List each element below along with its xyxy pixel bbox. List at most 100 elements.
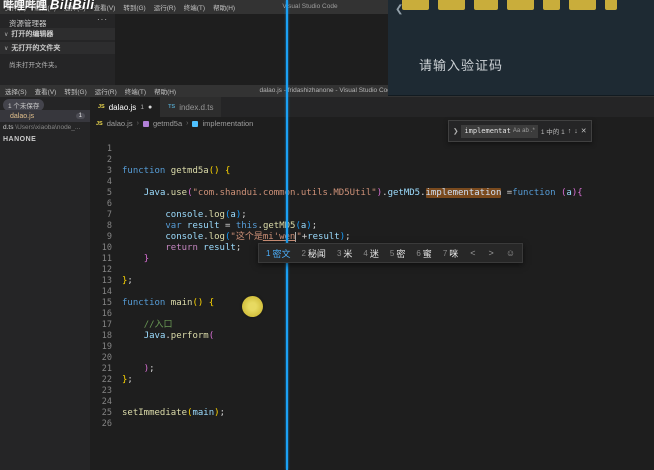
- dirty-indicator[interactable]: ●: [148, 104, 152, 111]
- code-line[interactable]: 12: [90, 265, 583, 276]
- menu-item[interactable]: 帮助(H): [154, 86, 176, 96]
- menu-item[interactable]: 终端(T): [125, 86, 146, 96]
- line-number[interactable]: 7: [90, 210, 122, 221]
- match-case-icon[interactable]: Aa: [513, 128, 520, 134]
- close-icon[interactable]: ✕: [581, 127, 587, 135]
- tab-index-dts[interactable]: TS index.d.ts: [160, 97, 222, 117]
- line-number[interactable]: 4: [90, 177, 122, 188]
- line-number[interactable]: 23: [90, 386, 122, 397]
- breadcrumb-item-symbol[interactable]: getmd5a: [153, 119, 182, 128]
- ime-candidate[interactable]: 1密文: [266, 247, 290, 260]
- code-line[interactable]: 17 //入口: [90, 320, 583, 331]
- regex-icon[interactable]: .*: [531, 128, 535, 134]
- breadcrumb-item-file[interactable]: dalao.js: [107, 119, 133, 128]
- line-number[interactable]: 13: [90, 276, 122, 287]
- code-line[interactable]: 23: [90, 386, 583, 397]
- code-line[interactable]: 15function main() {: [90, 298, 583, 309]
- ime-candidate[interactable]: 3米: [337, 247, 352, 260]
- line-number[interactable]: 10: [90, 243, 122, 254]
- line-number[interactable]: 2: [90, 155, 122, 166]
- menu-item[interactable]: 运行(R): [95, 86, 117, 96]
- code-line[interactable]: 9 console.log("这个是mi'wen"+result);: [90, 232, 583, 243]
- line-number[interactable]: 1: [90, 144, 122, 155]
- line-number[interactable]: 26: [90, 419, 122, 430]
- code-text[interactable]: );: [122, 364, 155, 375]
- code-line[interactable]: 25setImmediate(main);: [90, 408, 583, 419]
- code-text[interactable]: };: [122, 375, 133, 386]
- menu-item[interactable]: 选择(S): [5, 86, 27, 96]
- code-line[interactable]: 20: [90, 353, 583, 364]
- line-number[interactable]: 5: [90, 188, 122, 199]
- ime-candidate[interactable]: 6蜜: [416, 247, 431, 260]
- menu-item[interactable]: 查看(V): [94, 2, 116, 12]
- line-number[interactable]: 18: [90, 331, 122, 342]
- line-number[interactable]: 8: [90, 221, 122, 232]
- line-number[interactable]: 24: [90, 397, 122, 408]
- code-text[interactable]: }: [122, 254, 149, 265]
- emoji-picker-icon[interactable]: ☺: [506, 248, 515, 258]
- find-next-button[interactable]: ↓: [574, 128, 578, 135]
- ime-candidate[interactable]: 5密: [390, 247, 405, 260]
- code-text[interactable]: setImmediate(main);: [122, 408, 225, 419]
- whole-word-icon[interactable]: ab: [522, 128, 529, 134]
- section-open-editors[interactable]: ∨ 打开的编辑器: [0, 28, 115, 41]
- code-line[interactable]: 3function getmd5a() {: [90, 166, 583, 177]
- code-text[interactable]: Java.use("com.shandui.common.utils.MD5Ut…: [122, 188, 583, 199]
- code-text[interactable]: Java.perform(: [122, 331, 214, 342]
- ime-candidate[interactable]: 2秘闻: [301, 247, 325, 260]
- line-number[interactable]: 12: [90, 265, 122, 276]
- code-text[interactable]: };: [122, 276, 133, 287]
- menu-item[interactable]: 帮助(H): [213, 2, 235, 12]
- code-line[interactable]: 14: [90, 287, 583, 298]
- open-editor-item[interactable]: d.ts \Users\xiaoba\node_...: [3, 124, 90, 131]
- code-line[interactable]: 18 Java.perform(: [90, 331, 583, 342]
- menu-item[interactable]: 终端(T): [184, 2, 205, 12]
- toggle-replace-icon[interactable]: ❯: [453, 127, 458, 135]
- folder-section-label[interactable]: HANONE: [3, 136, 36, 143]
- line-number[interactable]: 6: [90, 199, 122, 210]
- line-number[interactable]: 20: [90, 353, 122, 364]
- code-line[interactable]: 5 Java.use("com.shandui.common.utils.MD5…: [90, 188, 583, 199]
- code-line[interactable]: 2: [90, 155, 583, 166]
- code-line[interactable]: 7 console.log(a);: [90, 210, 583, 221]
- line-number[interactable]: 15: [90, 298, 122, 309]
- find-previous-button[interactable]: ↑: [568, 128, 572, 135]
- find-input[interactable]: implementat Aa ab .*: [461, 125, 537, 138]
- tab-dalao-js[interactable]: JS dalao.js 1 ●: [90, 97, 160, 117]
- ime-candidate[interactable]: 7咪: [443, 247, 458, 260]
- code-line[interactable]: 24: [90, 397, 583, 408]
- code-line[interactable]: 1: [90, 144, 583, 155]
- menu-item[interactable]: 转到(G): [123, 2, 145, 12]
- code-line[interactable]: 8 var result = this.getMD5(a);: [90, 221, 583, 232]
- line-number[interactable]: 3: [90, 166, 122, 177]
- more-actions-icon[interactable]: ···: [97, 15, 108, 24]
- line-number[interactable]: 19: [90, 342, 122, 353]
- code-text[interactable]: function getmd5a() {: [122, 166, 230, 177]
- code-line[interactable]: 13};: [90, 276, 583, 287]
- ime-candidate[interactable]: 4迷: [363, 247, 378, 260]
- line-number[interactable]: 16: [90, 309, 122, 320]
- code-text[interactable]: console.log(a);: [122, 210, 247, 221]
- menu-item[interactable]: 转到(G): [64, 86, 86, 96]
- code-text[interactable]: function main() {: [122, 298, 214, 309]
- open-editor-item[interactable]: dalao.js 1: [0, 110, 90, 122]
- section-no-folder[interactable]: ∨ 无打开的文件夹: [0, 42, 115, 55]
- code-text[interactable]: return result;: [122, 243, 241, 254]
- code-editor[interactable]: 123function getmd5a() {45 Java.use("com.…: [90, 144, 583, 430]
- ime-next-button[interactable]: >: [488, 248, 495, 258]
- code-line[interactable]: 21 );: [90, 364, 583, 375]
- line-number[interactable]: 11: [90, 254, 122, 265]
- ime-prev-button[interactable]: <: [469, 248, 476, 258]
- line-number[interactable]: 9: [90, 232, 122, 243]
- line-number[interactable]: 22: [90, 375, 122, 386]
- code-line[interactable]: 19: [90, 342, 583, 353]
- code-line[interactable]: 6: [90, 199, 583, 210]
- menu-item[interactable]: 运行(R): [154, 2, 176, 12]
- code-line[interactable]: 16: [90, 309, 583, 320]
- line-number[interactable]: 25: [90, 408, 122, 419]
- code-line[interactable]: 26: [90, 419, 583, 430]
- line-number[interactable]: 21: [90, 364, 122, 375]
- code-line[interactable]: 22};: [90, 375, 583, 386]
- back-icon[interactable]: ❮: [395, 4, 403, 15]
- line-number[interactable]: 17: [90, 320, 122, 331]
